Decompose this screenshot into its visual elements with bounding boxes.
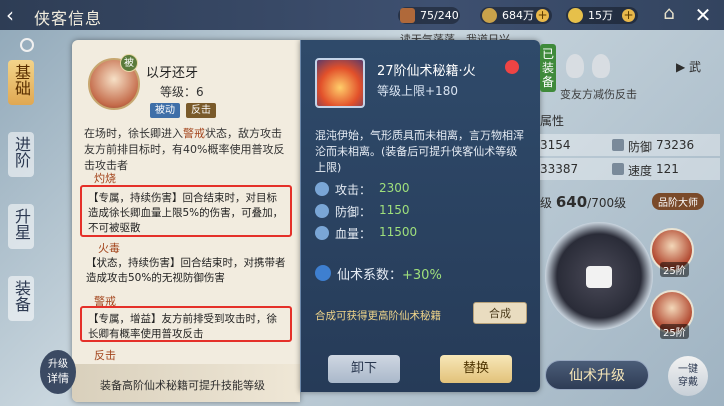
craft-button[interactable]: 合成 bbox=[473, 302, 527, 324]
effect-text-burn: 【专属，持续伤害】回合结束时，对目标造成徐长卿血量上限5%的伤害，可叠加，不可被… bbox=[88, 192, 284, 234]
coin-icon bbox=[482, 8, 497, 23]
magic-coef-label: 仙术系数： bbox=[337, 268, 403, 283]
tab-basic[interactable]: 基础 bbox=[8, 60, 34, 105]
effect-text-poison: 【状态，持续伤害】回合结束时，对携带者造成攻击50%的无视防御伤害 bbox=[86, 257, 286, 284]
wear-line2: 穿戴 bbox=[678, 377, 698, 388]
equipped-badge: 已装备 bbox=[540, 44, 556, 92]
resource-chest-value: 75/240 bbox=[420, 9, 459, 22]
shield-icon bbox=[315, 204, 329, 218]
skill-level-label: 等级： bbox=[160, 85, 197, 99]
effect-title-counter: 反击 bbox=[94, 349, 116, 362]
stat-attack-value: 2300 bbox=[379, 181, 410, 195]
wear-line1: 一键 bbox=[678, 364, 698, 375]
fire-element-icon bbox=[505, 60, 519, 74]
heart-icon bbox=[315, 226, 329, 240]
effect-box-guard: 【专属，增益】友方前排受到攻击时，徐长卿有概率使用普攻反击 bbox=[80, 306, 292, 342]
effect-title-burn: 灼烧 bbox=[94, 172, 116, 185]
resource-coin[interactable]: 684万 + bbox=[480, 7, 552, 24]
magic-coef-icon bbox=[315, 265, 331, 281]
lock-icon bbox=[586, 266, 612, 288]
skill-desc-highlight: 警戒 bbox=[183, 127, 205, 140]
chest-icon bbox=[400, 8, 415, 23]
resource-cloud-value: 15万 bbox=[588, 9, 613, 22]
page-title: 侠客信息 bbox=[34, 9, 103, 28]
item-panel: 27阶仙术秘籍·火 等级上限+180 混沌伊始，气形质具而未相离，言万物相浑沦而… bbox=[300, 40, 540, 392]
skill-description: 在场时，徐长卿进入警戒状态，敌方攻击友方前排目标时，有40%概率使用普攻反击攻击… bbox=[84, 126, 290, 174]
attr-1-value: 3154 bbox=[540, 138, 571, 152]
magic-coef: 仙术系数：+30% bbox=[337, 264, 442, 283]
secret-book-icon bbox=[315, 58, 365, 108]
effect-text-guard: 【专属，增益】友方前排受到攻击时，徐长卿有概率使用普攻反击 bbox=[88, 313, 277, 340]
stat-defense-label: 防御： bbox=[335, 205, 372, 219]
weapon-text: 武 bbox=[689, 60, 702, 74]
character-2-label: 25阶 bbox=[660, 324, 689, 339]
one-click-wear-button[interactable]: 一键 穿戴 bbox=[668, 356, 708, 396]
cloud-coin-icon bbox=[568, 8, 583, 23]
attr-4-value: 121 bbox=[656, 162, 679, 176]
detail-label: 详情 bbox=[47, 372, 69, 385]
tag-counter: 反击 bbox=[186, 103, 216, 118]
magic-coef-value: +30% bbox=[402, 268, 442, 283]
skill-panel: 被 以牙还牙 等级：6 被动 反击 在场时，徐长卿进入警戒状态，敌方攻击友方前排… bbox=[72, 40, 300, 402]
stat-hp-label: 血量： bbox=[335, 227, 372, 241]
tab-advance[interactable]: 进阶 bbox=[8, 132, 34, 177]
character-1-label: 25阶 bbox=[660, 262, 689, 277]
item-description: 混沌伊始，气形质具而未相离，言万物相浑沦而未相离。(装备后可提升侠客仙术等级上限… bbox=[315, 129, 524, 174]
skill-level-value: 6 bbox=[196, 85, 204, 99]
stat-defense-value: 1150 bbox=[379, 203, 410, 217]
weapon-label: ▶ 武 bbox=[676, 60, 702, 74]
magic-upgrade-button[interactable]: 仙术升级 bbox=[545, 360, 649, 390]
level-progress: 级 640/700级 bbox=[540, 193, 626, 211]
right-desc: 变友方减伤反击 bbox=[560, 88, 637, 101]
tab-star[interactable]: 升星 bbox=[8, 204, 34, 249]
skill-bottom-note: 装备高阶仙术秘籍可提升技能等级 bbox=[100, 379, 265, 392]
detail-up-label: 升级 bbox=[48, 359, 68, 370]
eye-icon[interactable] bbox=[20, 38, 34, 52]
attr-2-label: 防御 bbox=[628, 140, 653, 154]
resource-chest[interactable]: 75/240 bbox=[398, 7, 460, 24]
stat-attack-label: 攻击： bbox=[335, 183, 372, 197]
level-max: /700级 bbox=[587, 196, 627, 210]
skill-name: 以牙还牙 bbox=[146, 66, 199, 81]
tag-passive: 被动 bbox=[150, 103, 180, 118]
gourd-icon-2 bbox=[592, 54, 610, 78]
speed-icon bbox=[612, 163, 624, 175]
effect-box-burn: 【专属，持续伤害】回合结束时，对目标造成徐长卿血量上限5%的伤害，可叠加，不可被… bbox=[80, 185, 292, 237]
level-prefix: 级 bbox=[540, 196, 553, 210]
gourd-icon bbox=[566, 54, 584, 78]
sword-icon bbox=[315, 182, 329, 196]
tab-basic-label: 基础 bbox=[12, 64, 31, 96]
skill-desc-pre: 在场时，徐长卿进入 bbox=[84, 127, 183, 140]
home-icon[interactable]: ⌂ bbox=[656, 3, 682, 27]
attr-4-label: 速度 bbox=[628, 164, 653, 178]
resource-cloud[interactable]: 15万 + bbox=[566, 7, 638, 24]
tab-equip-label: 装备 bbox=[12, 280, 31, 312]
close-icon[interactable]: ✕ bbox=[690, 3, 716, 27]
defense-icon bbox=[612, 139, 624, 151]
add-coin-icon[interactable]: + bbox=[536, 9, 549, 22]
level-value: 640 bbox=[555, 193, 588, 211]
unequip-button[interactable]: 卸下 bbox=[328, 355, 400, 383]
grade-badge: 品阶大师 bbox=[652, 193, 704, 210]
back-arrow-icon[interactable]: ‹ bbox=[6, 4, 30, 26]
resource-coin-value: 684万 bbox=[502, 9, 534, 22]
tab-equip[interactable]: 装备 bbox=[8, 276, 34, 321]
attr-2-value: 73236 bbox=[656, 138, 695, 152]
attr-3-value: 33387 bbox=[540, 162, 579, 176]
swap-button[interactable]: 替换 bbox=[440, 355, 512, 383]
tab-star-label: 升星 bbox=[12, 208, 31, 240]
skill-level: 等级：6 bbox=[160, 83, 204, 100]
stat-hp-value: 11500 bbox=[379, 225, 418, 239]
item-sub: 等级上限+180 bbox=[377, 84, 458, 98]
attr-title: 属性 bbox=[540, 114, 565, 128]
detail-button[interactable]: 升级 详情 bbox=[40, 350, 76, 394]
tab-advance-label: 进阶 bbox=[12, 136, 31, 168]
effect-box-poison: 【状态，持续伤害】回合结束时，对携带者造成攻击50%的无视防御伤害 bbox=[80, 252, 292, 286]
passive-badge: 被 bbox=[120, 54, 138, 72]
add-cloud-icon[interactable]: + bbox=[622, 9, 635, 22]
item-name: 27阶仙术秘籍·火 bbox=[377, 64, 476, 79]
